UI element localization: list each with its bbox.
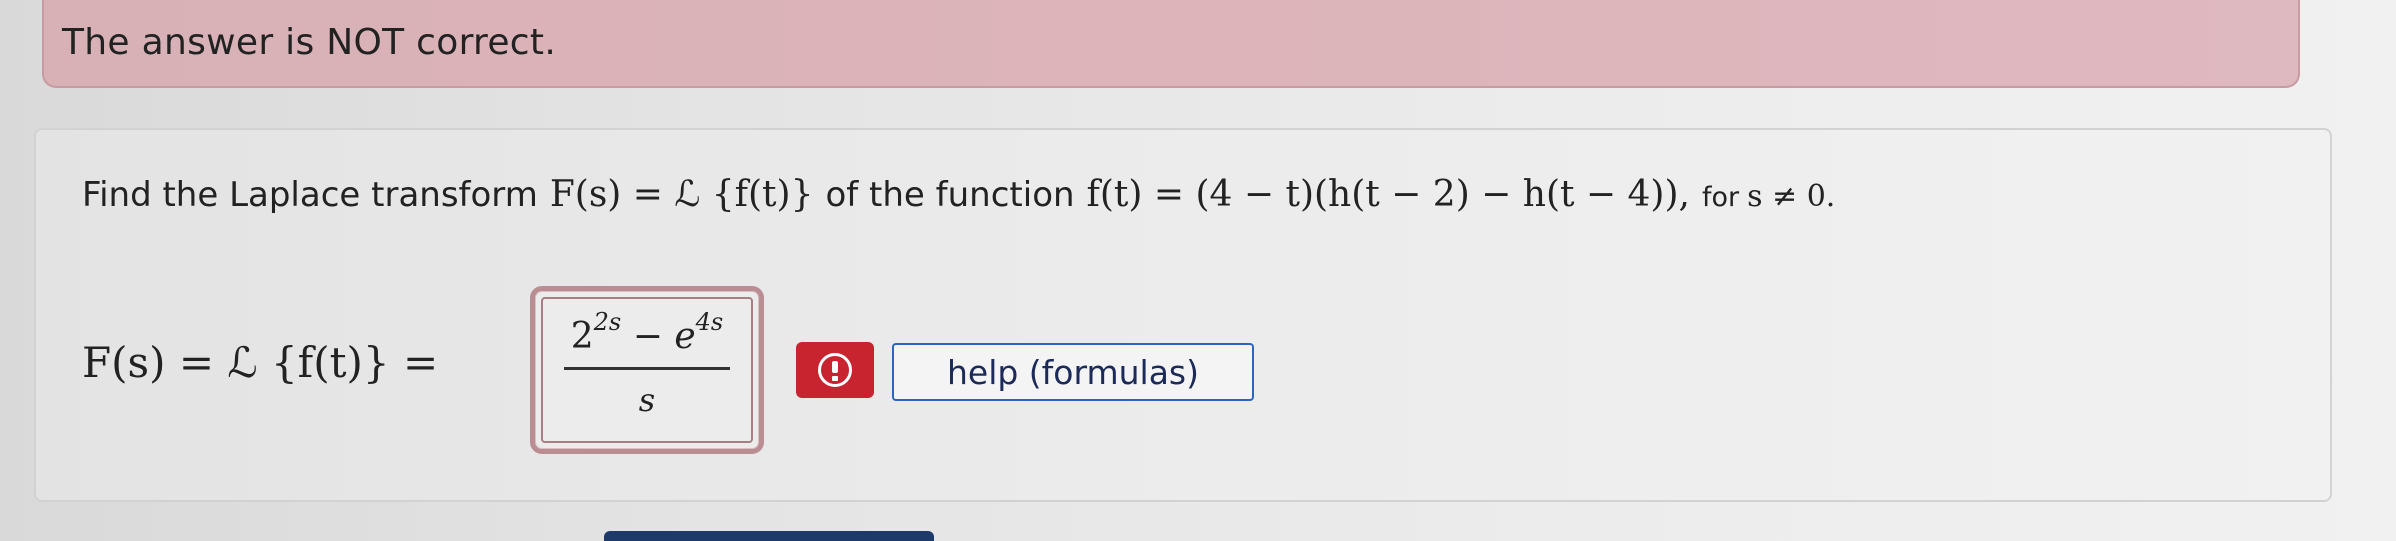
answer-lhs-math: F(s) = ℒ {f(t)} = [82,338,439,387]
question-prompt: Find the Laplace transform F(s) = ℒ {f(t… [82,174,1835,215]
prompt-transform-math: F(s) = ℒ {f(t)} [549,174,814,215]
feedback-banner: The answer is NOT correct. [42,0,2300,88]
answer-denominator: s [638,381,656,419]
numerator-operator: − [632,316,663,357]
numerator-exp-2: 4s [695,308,724,336]
answer-lhs: F(s) = ℒ {f(t)} = [82,338,438,387]
answer-input[interactable]: 22s − e4s s [530,286,764,454]
prompt-condition-prefix: for [1701,182,1740,213]
help-formulas-button[interactable]: help (formulas) [892,343,1254,401]
numerator-base-1: 2 [570,316,594,357]
error-icon[interactable] [796,342,874,398]
numerator-base-2: e [674,316,696,357]
prompt-function-math: f(t) = (4 − t)(h(t − 2) − h(t − 4)), [1086,174,1690,215]
numerator-exp-1: 2s [593,308,622,336]
bottom-bar [604,531,934,541]
exclamation-circle-icon [818,353,852,387]
fraction-bar [564,367,730,370]
prompt-condition-math: s ≠ 0. [1747,179,1836,214]
answer-numerator: 22s − e4s [535,310,759,361]
prompt-middle: of the function [825,175,1075,215]
feedback-message: The answer is NOT correct. [62,22,557,63]
answer-fraction: 22s − e4s s [535,310,759,424]
question-card: Find the Laplace transform F(s) = ℒ {f(t… [34,128,2332,502]
prompt-prefix: Find the Laplace transform [82,175,538,215]
